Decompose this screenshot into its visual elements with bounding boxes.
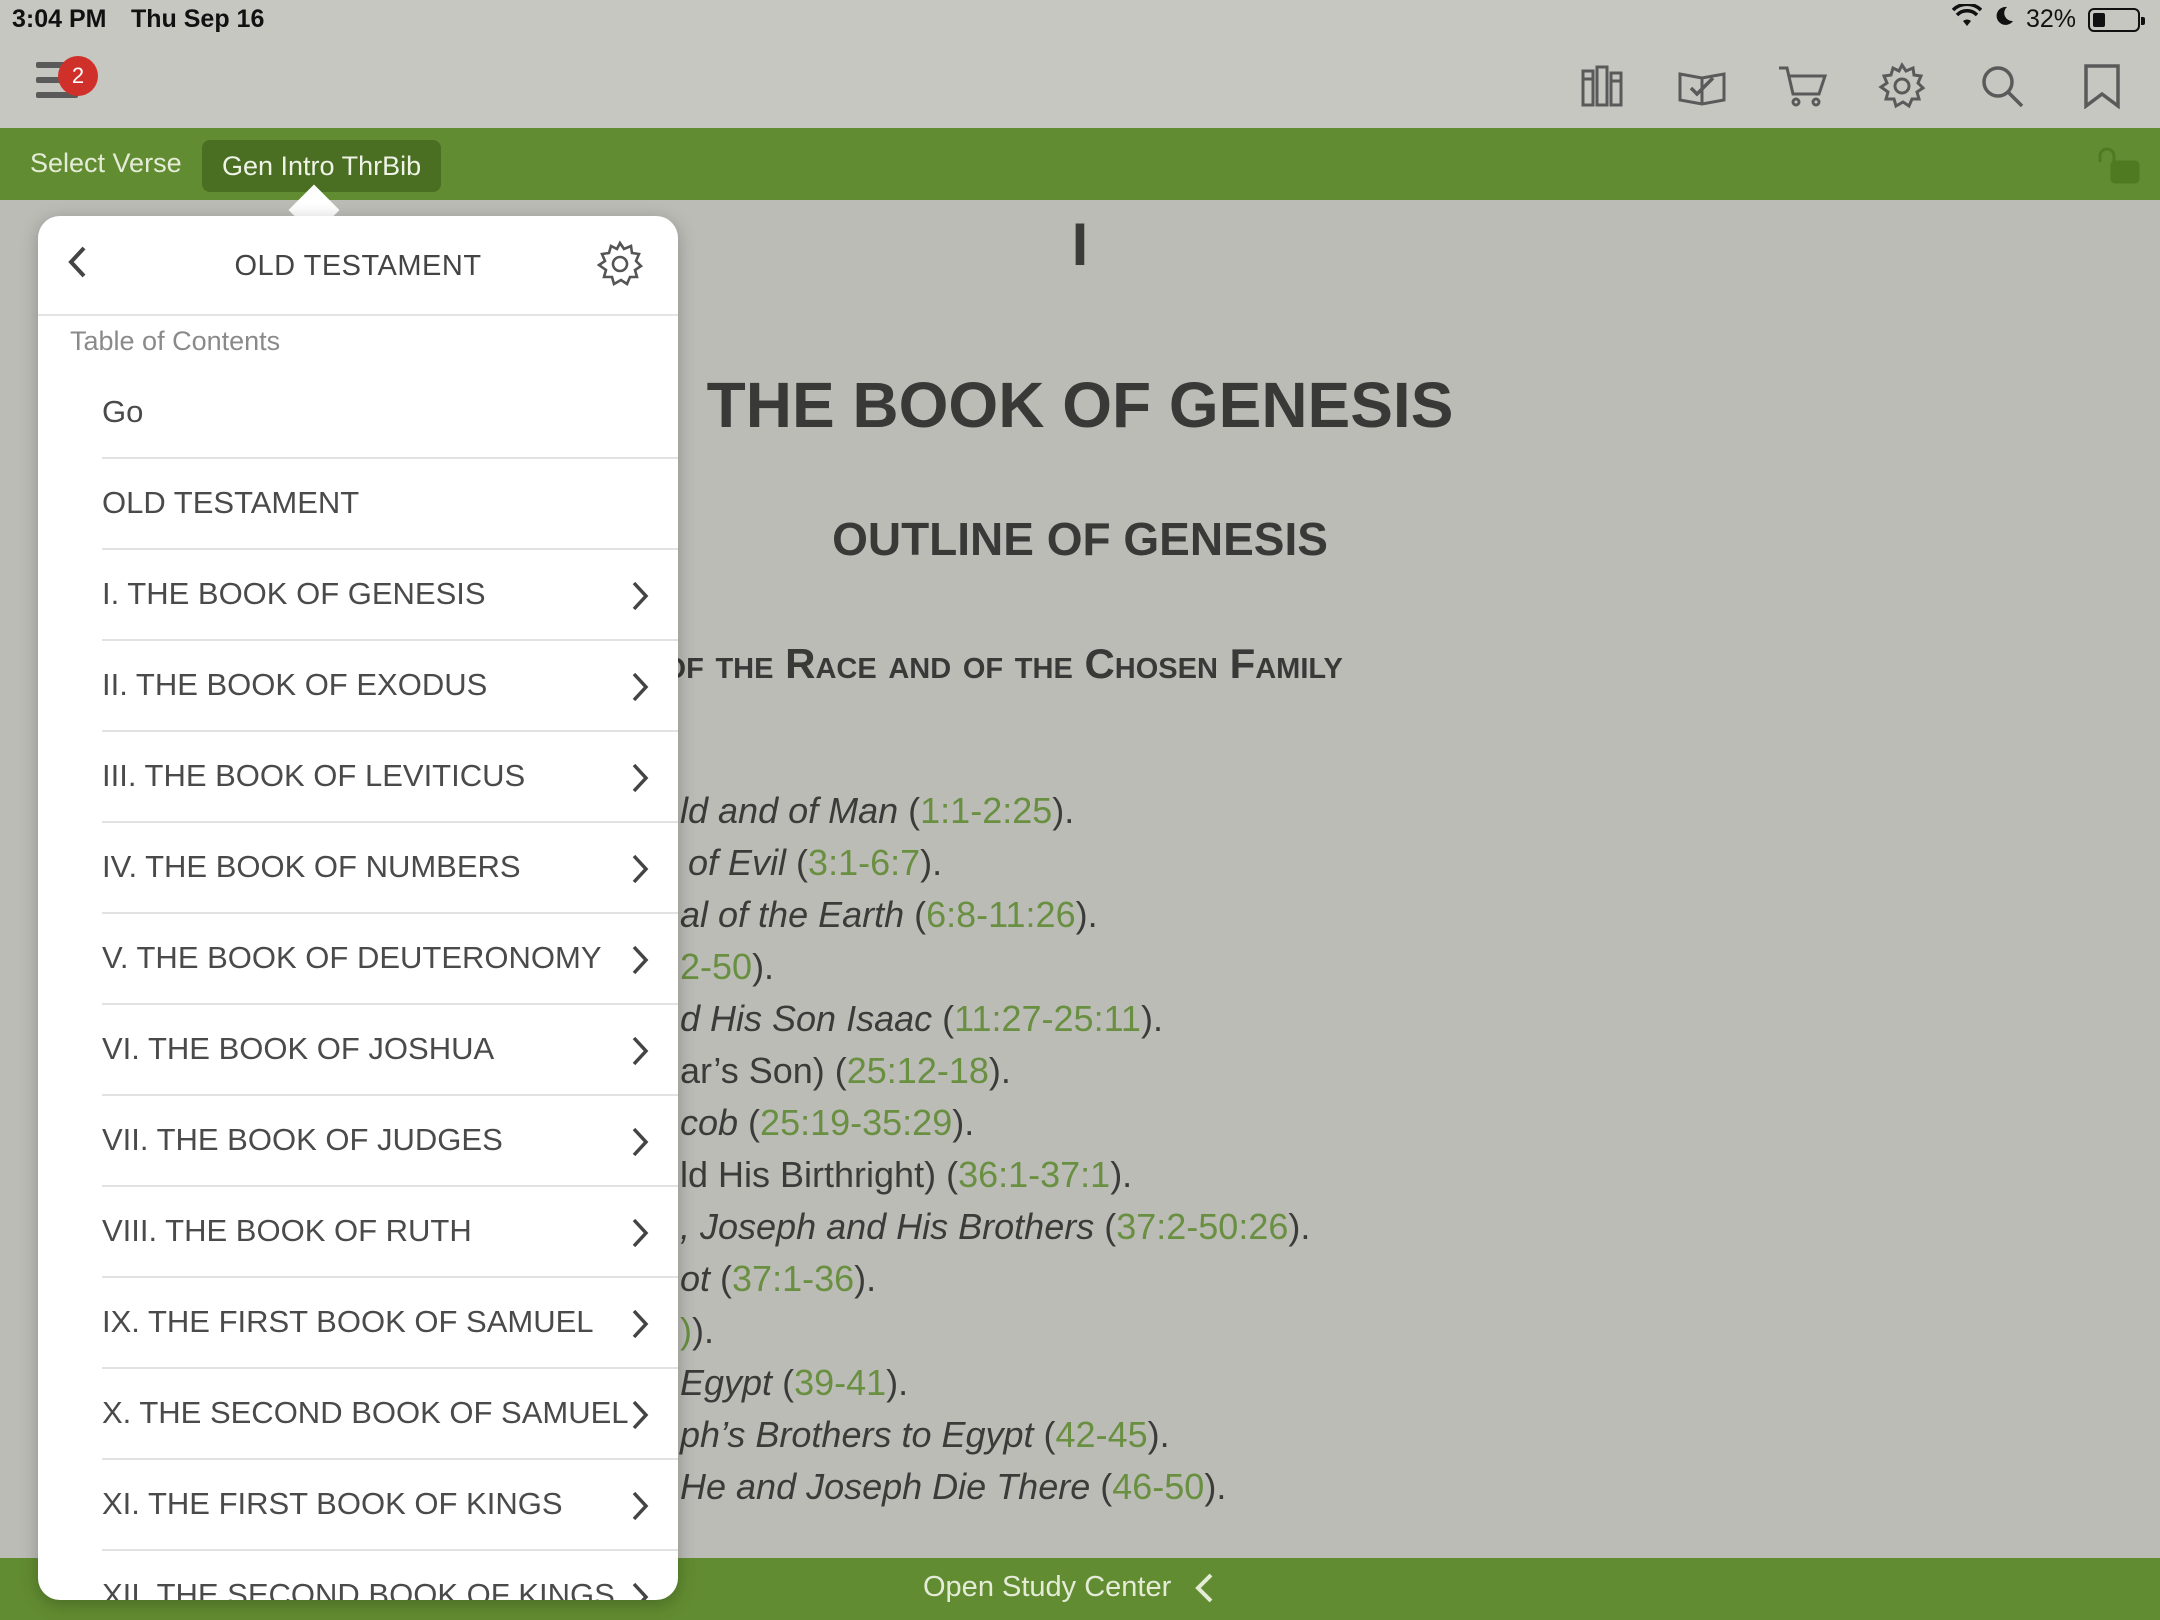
toc-item-label: I. THE BOOK OF GENESIS <box>102 576 486 611</box>
bookmark-icon[interactable] <box>2074 58 2130 114</box>
moon-icon <box>1994 5 2014 34</box>
chevron-right-icon <box>630 1217 650 1254</box>
toc-item[interactable]: Go <box>102 368 678 459</box>
chevron-right-icon <box>630 580 650 617</box>
toc-item-label: V. THE BOOK OF DEUTERONOMY <box>102 940 602 975</box>
chevron-right-icon <box>630 1581 650 1600</box>
status-indicators: 32% <box>1951 2 2145 35</box>
toc-item[interactable]: III. THE BOOK OF LEVITICUS <box>102 732 678 823</box>
toc-item[interactable]: VI. THE BOOK OF JOSHUA <box>102 1005 678 1096</box>
menu-button[interactable]: 2 <box>36 56 98 110</box>
status-date: Thu Sep 16 <box>131 5 265 33</box>
toc-item[interactable]: XII. THE SECOND BOOK OF KINGS <box>102 1551 678 1600</box>
reading-plan-icon[interactable] <box>1674 58 1730 114</box>
chevron-right-icon <box>630 671 650 708</box>
toc-item[interactable]: OLD TESTAMENT <box>102 459 678 550</box>
gear-icon[interactable] <box>596 240 644 293</box>
toc-label: Table of Contents <box>70 326 281 356</box>
toc-item[interactable]: V. THE BOOK OF DEUTERONOMY <box>102 914 678 1005</box>
chevron-right-icon <box>630 1308 650 1345</box>
toc-item-label: XII. THE SECOND BOOK OF KINGS <box>102 1577 615 1600</box>
toc-item[interactable]: X. THE SECOND BOOK OF SAMUEL <box>102 1369 678 1460</box>
toc-item[interactable]: IV. THE BOOK OF NUMBERS <box>102 823 678 914</box>
chevron-right-icon <box>630 853 650 890</box>
select-verse-button[interactable]: Select Verse <box>30 148 182 179</box>
toc-list: Go OLD TESTAMENT I. THE BOOK OF GENESIS II.… <box>38 368 678 1600</box>
study-center-label: Open Study Center <box>923 1571 1172 1603</box>
toc-item-label: IX. THE FIRST BOOK OF SAMUEL <box>102 1304 594 1339</box>
chevron-right-icon <box>630 762 650 799</box>
open-study-center-button[interactable]: Open Study Center <box>923 1571 1215 1604</box>
toc-item[interactable]: II. THE BOOK OF EXODUS <box>102 641 678 732</box>
chevron-right-icon <box>630 1399 650 1436</box>
top-toolbar: 2 <box>0 38 2160 128</box>
toc-item-label: Go <box>102 394 144 429</box>
toolbar-icons <box>1574 58 2130 114</box>
chevron-right-icon <box>630 1035 650 1072</box>
toc-item-label: IV. THE BOOK OF NUMBERS <box>102 849 521 884</box>
toc-popover: OLD TESTAMENT Table of Contents Go OLD TE… <box>38 216 678 1600</box>
toc-item-label: II. THE BOOK OF EXODUS <box>102 667 488 702</box>
chevron-right-icon <box>630 1490 650 1527</box>
chevron-right-icon <box>630 1126 650 1163</box>
battery-percent: 32% <box>2025 5 2076 33</box>
status-bar: 3:04 PM Thu Sep 16 32% <box>0 0 2160 38</box>
toc-item-label: VII. THE BOOK OF JUDGES <box>102 1122 503 1157</box>
cart-icon[interactable] <box>1774 58 1830 114</box>
library-icon[interactable] <box>1574 58 1630 114</box>
chevron-right-icon <box>630 944 650 981</box>
toc-item-label: XI. THE FIRST BOOK OF KINGS <box>102 1486 563 1521</box>
status-time: 3:04 PM <box>12 5 107 33</box>
toc-item-label: X. THE SECOND BOOK OF SAMUEL <box>102 1395 629 1430</box>
toc-item-label: VI. THE BOOK OF JOSHUA <box>102 1031 495 1066</box>
settings-icon[interactable] <box>1874 58 1930 114</box>
toc-item[interactable]: XI. THE FIRST BOOK OF KINGS <box>102 1460 678 1551</box>
toc-item[interactable]: VIII. THE BOOK OF RUTH <box>102 1187 678 1278</box>
toc-item[interactable]: IX. THE FIRST BOOK OF SAMUEL <box>102 1278 678 1369</box>
notification-badge: 2 <box>58 56 98 96</box>
toc-item[interactable]: I. THE BOOK OF GENESIS <box>102 550 678 641</box>
chevron-left-icon <box>1195 1573 1213 1602</box>
toc-item[interactable]: VII. THE BOOK OF JUDGES <box>102 1096 678 1187</box>
popover-header: OLD TESTAMENT <box>38 216 678 316</box>
resource-bar: Select Verse Gen Intro ThrBib <box>0 128 2160 200</box>
unlock-icon[interactable] <box>2094 146 2142 191</box>
toc-item-label: VIII. THE BOOK OF RUTH <box>102 1213 472 1248</box>
toc-item-label: OLD TESTAMENT <box>102 485 360 520</box>
resource-selector-button[interactable]: Gen Intro ThrBib <box>202 140 442 192</box>
battery-icon <box>2088 7 2145 32</box>
wifi-icon <box>1951 2 1983 35</box>
popover-title: OLD TESTAMENT <box>234 250 482 282</box>
toc-item-label: III. THE BOOK OF LEVITICUS <box>102 758 526 793</box>
search-icon[interactable] <box>1974 58 2030 114</box>
